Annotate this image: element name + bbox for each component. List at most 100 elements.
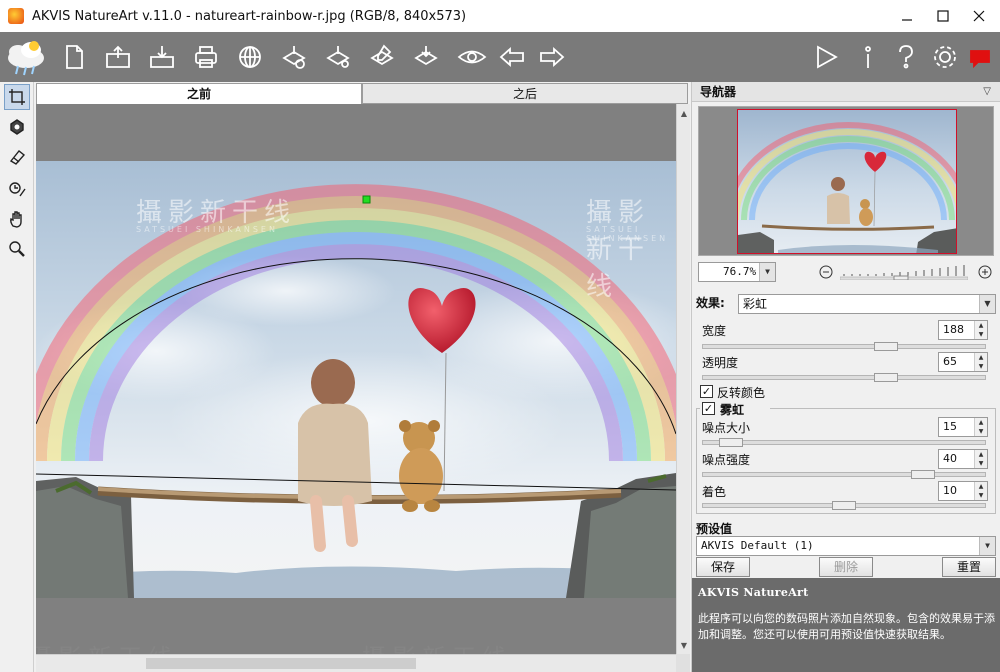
run-icon: [817, 45, 838, 69]
maximize-button[interactable]: [926, 0, 960, 32]
save-preset-button[interactable]: 保存: [696, 557, 750, 577]
crop-tool-button[interactable]: [4, 84, 30, 110]
print-button[interactable]: [190, 41, 222, 73]
brush-tool-icon: [10, 119, 24, 135]
effect-select[interactable]: 彩虹 ▼: [738, 294, 996, 314]
eraser-tool-button[interactable]: [4, 144, 30, 170]
slider-knob[interactable]: [719, 438, 744, 447]
slider-knob[interactable]: [874, 373, 899, 382]
tab-after[interactable]: 之后: [362, 83, 688, 104]
eraser-tool-icon: [9, 150, 26, 165]
navigator-thumbnail[interactable]: [737, 109, 957, 254]
help-button[interactable]: [890, 41, 922, 73]
tint-slider[interactable]: [702, 501, 986, 510]
slider-knob[interactable]: [910, 470, 935, 479]
tab-before[interactable]: 之前: [36, 83, 362, 104]
chevron-down-icon[interactable]: ▼: [759, 263, 775, 281]
info-button[interactable]: [852, 41, 884, 73]
preset-select[interactable]: AKVIS Default (1) ▼: [696, 536, 996, 556]
effect-label: 效果:: [696, 296, 725, 310]
scroll-up-icon[interactable]: ▲: [677, 106, 691, 120]
noise-strength-input[interactable]: 40 ▲ ▼: [938, 449, 988, 469]
view-tabs: 之前 之后: [36, 83, 688, 104]
forward-icon: [540, 46, 565, 68]
opacity-slider[interactable]: [702, 373, 986, 382]
zoom-tool-button[interactable]: [4, 236, 30, 262]
vertical-scrollbar[interactable]: ▲ ▼: [676, 104, 690, 654]
invert-checkbox[interactable]: ✓: [700, 385, 713, 398]
horizontal-scroll-thumb[interactable]: [146, 658, 416, 669]
open-button[interactable]: [102, 41, 134, 73]
spinner-icon: ▲ ▼: [974, 321, 987, 339]
share-button[interactable]: [234, 41, 266, 73]
invert-label: 反转颜色: [717, 386, 766, 400]
crop-tool-icon: [9, 89, 25, 105]
width-label: 宽度: [702, 324, 727, 338]
slider-knob[interactable]: [874, 342, 899, 351]
title-bar: AKVIS NatureArt v.11.0 - natureart-rainb…: [0, 0, 1000, 32]
akvis-logo-icon: [4, 36, 48, 78]
navigator-title: 导航器: [700, 85, 737, 99]
zoom-slider[interactable]: [839, 264, 969, 281]
scroll-corner: [676, 654, 690, 672]
chevron-down-icon[interactable]: ▼: [979, 537, 995, 555]
save-icon: [150, 46, 174, 68]
hand-tool-button[interactable]: [4, 206, 30, 232]
settings-button[interactable]: [929, 41, 961, 73]
export-button[interactable]: [410, 41, 442, 73]
spinner-icon: ▲ ▼: [974, 482, 987, 500]
batch-button[interactable]: [278, 41, 310, 73]
scroll-down-icon[interactable]: ▼: [677, 638, 691, 652]
reset-preset-button[interactable]: 重置: [942, 557, 996, 577]
width-slider[interactable]: [702, 342, 986, 351]
brush-tool-button[interactable]: [4, 114, 30, 140]
back-button[interactable]: [496, 41, 528, 73]
info-heading: AKVIS NatureArt: [698, 586, 809, 599]
chevron-down-icon[interactable]: ▼: [979, 295, 995, 313]
delete-preset-button[interactable]: 删除: [819, 557, 873, 577]
width-input[interactable]: 188 ▲ ▼: [938, 320, 988, 340]
zoom-tool-icon: [9, 241, 25, 257]
history-brush-button[interactable]: [4, 176, 30, 202]
zoom-out-icon[interactable]: [819, 265, 833, 279]
info-text: 此程序可以向您的数码照片添加自然现象。包含的效果易于添加和调整。您还可以使用可用…: [698, 612, 995, 641]
zoom-row: 76.7% ▼: [698, 262, 994, 282]
edit-button[interactable]: [366, 41, 398, 73]
navigator-header[interactable]: 导航器 ▽: [692, 82, 1000, 102]
zoom-slider-track: [839, 265, 969, 281]
minimize-icon: [902, 19, 912, 21]
batch-icon: [282, 46, 306, 69]
notifications-button[interactable]: [964, 41, 996, 73]
horizontal-scrollbar[interactable]: [36, 654, 676, 672]
collapse-icon[interactable]: ▽: [983, 82, 991, 102]
fog-label: 雾虹: [720, 403, 745, 417]
noise-size-input[interactable]: 15 ▲ ▼: [938, 417, 988, 437]
run-button[interactable]: [810, 41, 842, 73]
preview-button[interactable]: [456, 41, 488, 73]
zoom-input[interactable]: 76.7% ▼: [698, 262, 776, 282]
spinner-icon: ▲ ▼: [974, 450, 987, 468]
slider-knob[interactable]: [832, 501, 856, 510]
noise-size-slider[interactable]: [702, 438, 986, 447]
forward-button[interactable]: [536, 41, 568, 73]
app-icon: [8, 8, 24, 24]
width-param: 宽度 188 ▲ ▼: [700, 320, 992, 340]
opacity-input[interactable]: 65 ▲ ▼: [938, 352, 988, 372]
navigator-preview[interactable]: [698, 106, 994, 256]
noise-strength-slider[interactable]: [702, 470, 986, 479]
main-toolbar: [0, 32, 1000, 82]
save-button[interactable]: [146, 41, 178, 73]
close-button[interactable]: [962, 0, 996, 32]
tint-input[interactable]: 10 ▲ ▼: [938, 481, 988, 501]
image-canvas[interactable]: 攝影新干线 SATSUEI SHINKANSEN 攝影新干线 SATSUEI S…: [36, 104, 676, 654]
fog-checkbox[interactable]: ✓: [702, 402, 715, 415]
new-file-button[interactable]: [58, 41, 90, 73]
share-icon: [239, 46, 261, 68]
minimize-button[interactable]: [890, 0, 924, 32]
rainbow-guide[interactable]: [36, 104, 676, 654]
zoom-in-icon[interactable]: [978, 265, 992, 279]
spinner-icon: ▲ ▼: [974, 418, 987, 436]
watermark-subtext: SATSUEI SHINKANSEN: [136, 225, 278, 234]
preferences-button[interactable]: [322, 41, 354, 73]
arc-handle[interactable]: [362, 195, 371, 204]
